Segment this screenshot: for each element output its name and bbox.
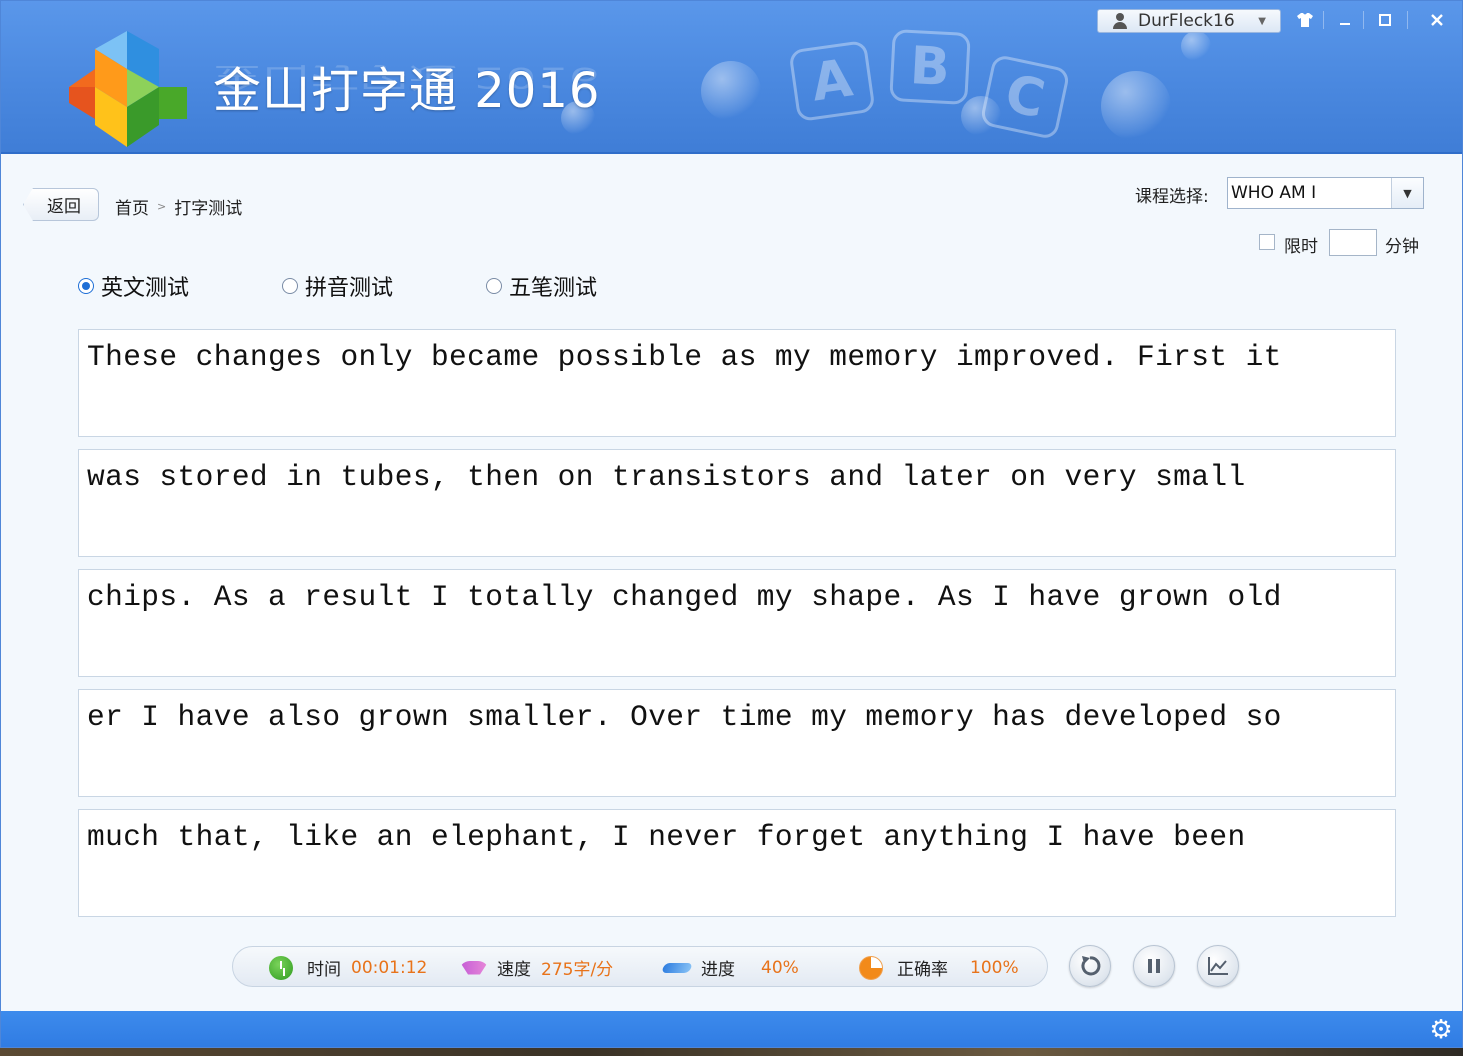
decor-letter-b: B (889, 29, 971, 105)
course-select[interactable]: WHO AM I ▼ (1227, 177, 1424, 209)
maximize-icon[interactable] (1371, 7, 1399, 33)
mode-label: 拼音测试 (305, 276, 394, 301)
time-limit-label: 限时 (1284, 237, 1318, 257)
stat-progress: 进度 40% (661, 947, 799, 988)
stat-accuracy-value: 100% (970, 957, 1019, 978)
chart-button[interactable] (1197, 945, 1239, 987)
mode-pinyin-radio[interactable]: 拼音测试 (282, 270, 393, 302)
course-selected-value: WHO AM I (1231, 183, 1317, 203)
decor-bubble (1101, 71, 1171, 141)
stat-time-label: 时间 (307, 960, 341, 980)
speed-icon (459, 960, 489, 975)
stat-progress-label: 进度 (701, 960, 735, 980)
radio-icon (486, 278, 502, 294)
typing-line-text: was stored in tubes, then on transistors… (87, 460, 1246, 494)
chevron-down-icon[interactable]: ▼ (1391, 178, 1423, 208)
mode-wubi-radio[interactable]: 五笔测试 (486, 270, 597, 302)
accuracy-pie-icon (859, 955, 883, 980)
radio-icon (282, 278, 298, 294)
back-button[interactable]: 返回 (23, 188, 99, 221)
stat-speed: 速度 275字/分 (459, 947, 613, 988)
breadcrumb: 首页 > 打字测试 (115, 194, 242, 219)
mode-english-radio[interactable]: 英文测试 (78, 270, 189, 302)
time-limit-input[interactable] (1329, 229, 1377, 256)
restart-button[interactable] (1069, 945, 1111, 987)
typing-line-text: much that, like an elephant, I never for… (87, 820, 1246, 854)
gear-icon[interactable]: ⚙ (1428, 1017, 1454, 1043)
radio-selected-icon (78, 278, 94, 294)
app-window: A B C 金山打字通 2016 金山打字通 2016 DurFleck16 ▼ (0, 0, 1463, 1048)
stat-progress-value: 40% (761, 957, 799, 978)
app-title-reflection: 金山打字通 2016 (213, 60, 601, 94)
desktop-strip (0, 1048, 1463, 1056)
clock-icon (269, 955, 293, 980)
stat-accuracy-label: 正确率 (897, 960, 948, 980)
restart-icon (1081, 956, 1101, 976)
time-limit-unit: 分钟 (1385, 237, 1419, 257)
pause-icon (1148, 959, 1160, 973)
decor-bubble (701, 61, 761, 121)
pause-button[interactable] (1133, 945, 1175, 987)
stat-speed-label: 速度 (497, 960, 531, 980)
footer-bar: ⚙ (1, 1011, 1462, 1047)
typing-line-text: These changes only became possible as my… (87, 340, 1282, 374)
mode-label: 五笔测试 (509, 276, 598, 301)
mode-label: 英文测试 (101, 276, 190, 301)
stat-speed-value: 275字/分 (541, 960, 614, 980)
typing-line-1[interactable]: These changes only became possible as my… (78, 329, 1396, 437)
user-account-dropdown[interactable]: DurFleck16 ▼ (1097, 9, 1281, 33)
username: DurFleck16 (1138, 11, 1235, 31)
breadcrumb-home[interactable]: 首页 (115, 194, 149, 219)
chevron-down-icon: ▼ (1258, 15, 1266, 27)
stat-time: 时间 00:01:12 (269, 947, 427, 988)
chart-icon (1208, 957, 1228, 975)
typing-line-3[interactable]: chips. As a result I totally changed my … (78, 569, 1396, 677)
decor-letter-a: A (788, 39, 876, 123)
divider (1323, 11, 1324, 29)
typing-line-2[interactable]: was stored in tubes, then on transistors… (78, 449, 1396, 557)
course-label: 课程选择: (1135, 187, 1209, 207)
typing-line-text: chips. As a result I totally changed my … (87, 580, 1282, 614)
progress-icon (661, 962, 693, 973)
breadcrumb-separator: > (157, 200, 167, 213)
stat-time-value: 00:01:12 (351, 957, 428, 978)
typing-line-4[interactable]: er I have also grown smaller. Over time … (78, 689, 1396, 797)
time-limit-checkbox[interactable] (1259, 234, 1275, 250)
stats-bar: 时间 00:01:12 速度 275字/分 进度 40% 正确率 100% (232, 946, 1048, 987)
app-logo-icon (69, 31, 187, 147)
typing-line-5[interactable]: much that, like an elephant, I never for… (78, 809, 1396, 917)
header-banner: A B C 金山打字通 2016 金山打字通 2016 DurFleck16 ▼ (1, 1, 1462, 154)
typing-line-text: er I have also grown smaller. Over time … (87, 700, 1282, 734)
user-icon (1112, 13, 1128, 29)
decor-bubble (1181, 31, 1211, 61)
divider (1363, 11, 1364, 29)
breadcrumb-current: 打字测试 (174, 199, 243, 219)
stat-accuracy: 正确率 100% (859, 947, 1019, 988)
shirt-icon[interactable] (1291, 7, 1319, 33)
divider (1407, 11, 1408, 29)
close-icon[interactable] (1423, 7, 1451, 33)
minimize-icon[interactable] (1331, 7, 1359, 33)
